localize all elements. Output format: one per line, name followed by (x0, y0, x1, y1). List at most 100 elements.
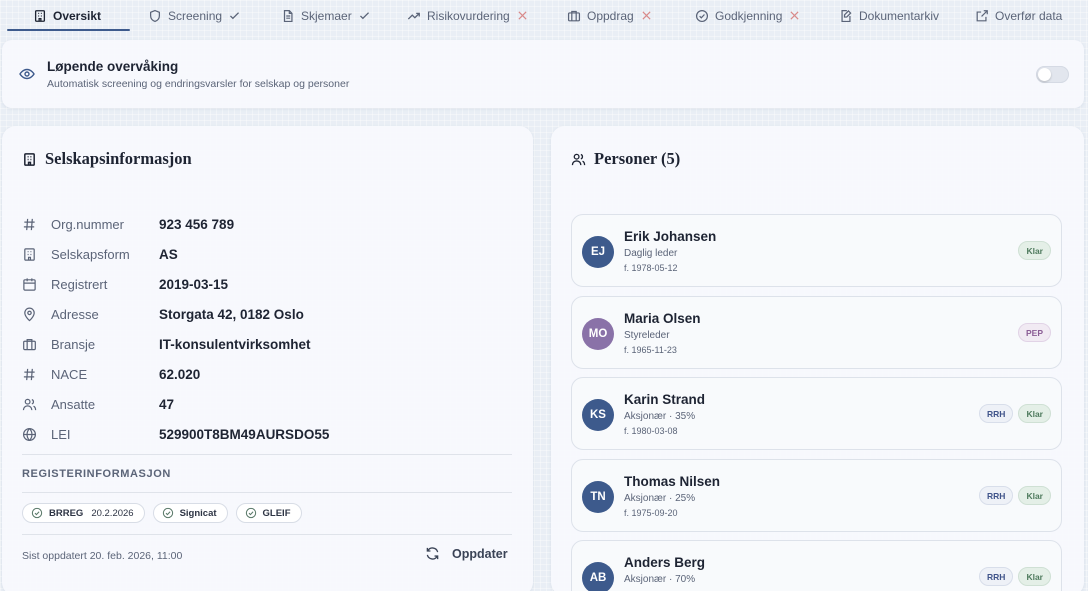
building-icon (34, 9, 46, 22)
persons-card-title: Personer (5) (594, 149, 681, 168)
tab-label: Godkjenning (715, 8, 783, 23)
briefcase-icon (23, 338, 36, 350)
check-circle-icon (31, 507, 43, 519)
document-edit-icon (841, 9, 852, 22)
source-chip-signicat[interactable]: Signicat (152, 503, 228, 523)
external-link-icon (976, 9, 988, 21)
info-row-org-number: Org.nummer 923 456 789 (22, 215, 512, 233)
info-value: 529900T8BM49AURSDO55 (159, 426, 330, 442)
x-icon (790, 11, 799, 20)
info-row-registered: Registrert 2019-03-15 (22, 275, 512, 293)
avatar: MO (582, 318, 614, 350)
source-chip-gleif[interactable]: GLEIF (235, 503, 302, 523)
monitoring-title: Løpende overvåking (47, 59, 179, 74)
info-row-employees: Ansatte 47 (22, 395, 512, 413)
eye-icon (19, 68, 35, 80)
building-icon (24, 152, 35, 166)
x-icon (518, 11, 527, 20)
hash-icon (23, 218, 35, 230)
person-card[interactable]: EJ Erik Johansen Daglig leder f. 1978-05… (571, 214, 1062, 287)
person-role: Aksjonær · 35% (624, 411, 696, 422)
tab-skjemaer[interactable]: Skjemaer (281, 0, 371, 31)
person-badges: RRH Klar (979, 486, 1051, 505)
globe-icon (22, 427, 37, 441)
person-name: Maria Olsen (624, 311, 701, 326)
info-value: 62.020 (159, 366, 201, 382)
tab-overfor-data[interactable]: Overfør data (975, 0, 1062, 31)
refresh-label: Oppdater (452, 546, 508, 561)
toggle-knob (1038, 68, 1051, 81)
hash-icon (23, 368, 35, 380)
avatar: KS (582, 399, 614, 431)
registry-heading: REGISTERINFORMASJON (22, 468, 171, 480)
info-value: Storgata 42, 0182 Oslo (159, 306, 304, 322)
tab-dokumentarkiv[interactable]: Dokumentarkiv (839, 0, 939, 31)
info-value: 47 (159, 396, 175, 412)
check-circle-icon (245, 507, 256, 519)
check-icon (359, 12, 369, 20)
tab-label: Skjemaer (301, 8, 352, 23)
info-label: Selskapsform (51, 246, 130, 262)
divider (22, 454, 512, 455)
tab-label: Overfør data (995, 8, 1063, 23)
tab-screening[interactable]: Screening (148, 0, 241, 31)
status-badge-pep: PEP (1017, 323, 1051, 342)
tab-label: Oversikt (53, 8, 102, 23)
check-circle-icon (695, 9, 709, 22)
shield-icon (150, 9, 160, 22)
info-row-industry: Bransje IT-konsulentvirksomhet (22, 335, 512, 353)
person-card[interactable]: TN Thomas Nilsen Aksjonær · 25% f. 1975-… (571, 459, 1062, 532)
users-icon (571, 153, 586, 165)
person-name: Erik Johansen (624, 229, 717, 244)
person-name: Anders Berg (624, 555, 706, 570)
tab-risikovurdering[interactable]: Risikovurdering (407, 0, 529, 31)
last-updated-text: Sist oppdatert 20. feb. 2026, 11:00 (22, 550, 183, 562)
tab-oversikt[interactable]: Oversikt (6, 0, 131, 31)
person-badges: PEP (1017, 323, 1051, 342)
users-icon (22, 398, 37, 410)
person-name: Karin Strand (624, 392, 706, 407)
tab-label: Dokumentarkiv (859, 8, 940, 23)
source-label: BRREG (49, 507, 84, 519)
tab-label: Risikovurdering (427, 8, 510, 23)
avatar: AB (582, 562, 614, 591)
status-badge-rrh: RRH (979, 567, 1014, 586)
info-label: Ansatte (51, 396, 96, 412)
person-card[interactable]: AB Anders Berg Aksjonær · 70% RRH Klar (571, 540, 1062, 591)
info-value: 2019-03-15 (159, 276, 229, 292)
info-label: Org.nummer (51, 216, 124, 232)
briefcase-icon (567, 10, 581, 21)
calendar-icon (23, 277, 36, 291)
person-card[interactable]: KS Karin Strand Aksjonær · 35% f. 1980-0… (571, 377, 1062, 450)
info-row-lei: LEI 529900T8BM49AURSDO55 (22, 425, 512, 443)
x-icon (642, 11, 651, 20)
source-chip-brreg[interactable]: BRREG 20.2.2026 (22, 503, 145, 523)
info-label: LEI (51, 426, 71, 442)
person-badges: RRH Klar (979, 567, 1051, 586)
person-birthdate: f. 1978-05-12 (624, 263, 678, 273)
divider (22, 534, 512, 535)
divider (22, 492, 512, 493)
person-role: Styreleder (624, 330, 670, 341)
company-card-header: Selskapsinformasjon (22, 149, 192, 169)
person-name: Thomas Nilsen (624, 474, 721, 489)
form-icon (283, 9, 293, 22)
tab-godkjenning[interactable]: Godkjenning (695, 0, 801, 31)
avatar: TN (582, 481, 614, 513)
info-row-company-form: Selskapsform AS (22, 245, 512, 263)
map-pin-icon (24, 307, 35, 321)
check-circle-icon (162, 507, 173, 519)
tab-label: Screening (168, 8, 223, 23)
info-value: AS (159, 246, 178, 262)
info-label: NACE (51, 366, 88, 382)
status-badge-klar: Klar (1018, 486, 1051, 505)
info-label: Adresse (51, 306, 99, 322)
person-birthdate: f. 1975-09-20 (624, 508, 678, 518)
monitoring-toggle[interactable] (1036, 66, 1069, 83)
source-label: GLEIF (262, 507, 291, 519)
person-badges: RRH Klar (979, 404, 1051, 423)
tab-oppdrag[interactable]: Oppdrag (567, 0, 653, 31)
person-role: Aksjonær · 70% (624, 574, 696, 585)
refresh-button[interactable]: Oppdater (425, 546, 508, 561)
person-card[interactable]: MO Maria Olsen Styreleder f. 1965-11-23 … (571, 296, 1062, 369)
